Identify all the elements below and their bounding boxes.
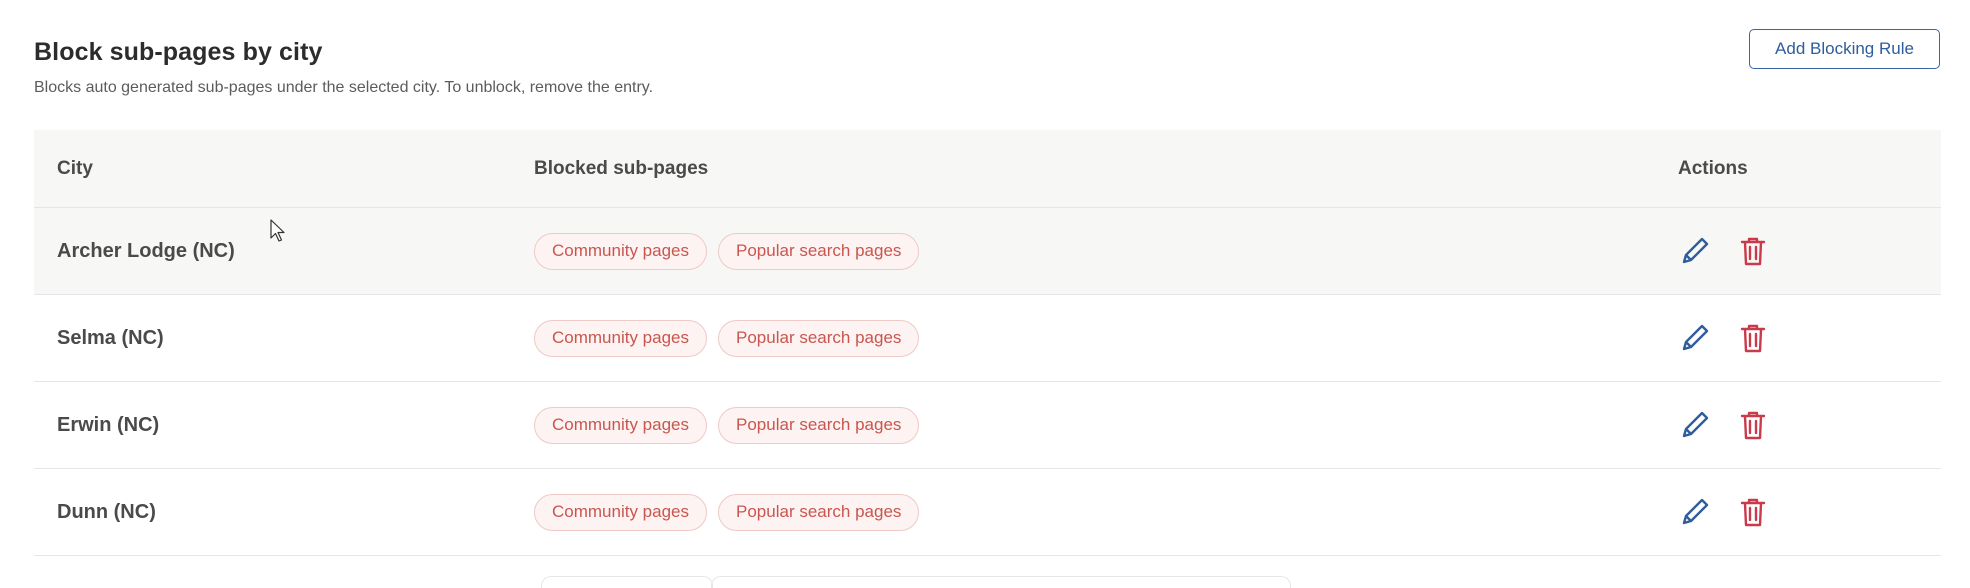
chip-popular-search-pages: Popular search pages xyxy=(718,406,920,444)
blocked-chips: Community pages Popular search pages xyxy=(534,382,930,468)
edit-button[interactable] xyxy=(1678,321,1712,355)
blocking-rules-table: City Blocked sub-pages Actions Archer Lo… xyxy=(34,130,1941,556)
pencil-icon xyxy=(1682,237,1709,264)
city-name: Erwin (NC) xyxy=(57,413,160,436)
section-header: Block sub-pages by city Blocks auto gene… xyxy=(34,38,653,97)
pencil-icon xyxy=(1682,324,1709,351)
blocked-chips: Community pages Popular search pages xyxy=(534,469,930,555)
pencil-icon xyxy=(1682,411,1709,438)
chip-community-pages: Community pages xyxy=(534,493,708,531)
trash-icon xyxy=(1740,498,1766,527)
table-row: Selma (NC) Community pages Popular searc… xyxy=(34,295,1941,382)
chip-popular-search-pages: Popular search pages xyxy=(718,493,920,531)
city-name: Selma (NC) xyxy=(57,326,164,349)
edit-button[interactable] xyxy=(1678,234,1712,268)
delete-button[interactable] xyxy=(1736,321,1770,355)
chip-community-pages: Community pages xyxy=(534,406,708,444)
add-blocking-rule-button[interactable]: Add Blocking Rule xyxy=(1749,29,1940,69)
table-row: Erwin (NC) Community pages Popular searc… xyxy=(34,382,1941,469)
chip-popular-search-pages: Popular search pages xyxy=(718,232,920,270)
row-actions xyxy=(1678,208,1770,294)
column-header-city: City xyxy=(57,157,93,179)
pencil-icon xyxy=(1682,498,1709,525)
table-header: City Blocked sub-pages Actions xyxy=(34,130,1941,208)
mouse-cursor-icon xyxy=(270,219,285,242)
table-row: Archer Lodge (NC) Community pages Popula… xyxy=(34,208,1941,295)
row-actions xyxy=(1678,382,1770,468)
edit-button[interactable] xyxy=(1678,408,1712,442)
delete-button[interactable] xyxy=(1736,495,1770,529)
chip-community-pages: Community pages xyxy=(534,232,708,270)
chip-popular-search-pages: Popular search pages xyxy=(718,319,920,357)
delete-button[interactable] xyxy=(1736,408,1770,442)
blocked-chips: Community pages Popular search pages xyxy=(534,208,930,294)
edit-button[interactable] xyxy=(1678,495,1712,529)
row-actions xyxy=(1678,469,1770,555)
chip-community-pages: Community pages xyxy=(534,319,708,357)
partial-chip xyxy=(711,576,1291,588)
row-actions xyxy=(1678,295,1770,381)
blocked-chips: Community pages Popular search pages xyxy=(534,295,930,381)
page-subtitle: Blocks auto generated sub-pages under th… xyxy=(34,79,654,96)
column-header-blocked-sub-pages: Blocked sub-pages xyxy=(534,157,709,179)
trash-icon xyxy=(1740,411,1766,440)
partial-chip xyxy=(541,576,713,588)
city-name: Archer Lodge (NC) xyxy=(57,239,235,262)
table-row: Dunn (NC) Community pages Popular search… xyxy=(34,469,1941,556)
column-header-actions: Actions xyxy=(1678,157,1748,179)
delete-button[interactable] xyxy=(1736,234,1770,268)
trash-icon xyxy=(1740,237,1766,266)
page-title: Block sub-pages by city xyxy=(34,38,323,66)
city-name: Dunn (NC) xyxy=(57,500,156,523)
trash-icon xyxy=(1740,324,1766,353)
